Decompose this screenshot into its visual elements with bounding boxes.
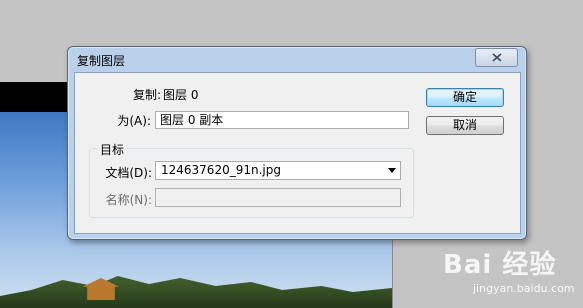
ok-button[interactable]: 确定 (426, 88, 504, 107)
close-icon (491, 53, 502, 62)
watermark-logo: Bai 经验 (443, 250, 557, 280)
layer-name-input[interactable]: 图层 0 副本 (155, 111, 409, 129)
image-hills (0, 276, 392, 308)
name-field[interactable] (155, 188, 401, 207)
document-label: 文档(D): (105, 166, 152, 180)
copy-value: 图层 0 (163, 88, 199, 102)
cancel-button[interactable]: 取消 (426, 116, 504, 135)
destination-group: 目标 文档(D): 124637620_91n.jpg 名称(N): (89, 141, 414, 218)
dialog-titlebar[interactable]: 复制图层 (68, 47, 526, 71)
document-select[interactable]: 124637620_91n.jpg (155, 161, 401, 180)
name-label: 名称(N): (105, 193, 152, 207)
destination-group-title: 目标 (97, 141, 128, 158)
baidu-watermark: Bai 经验 jingyan.baidu.com (435, 244, 575, 304)
watermark-url: jingyan.baidu.com (473, 282, 575, 295)
dialog-body: 复制: 图层 0 为(A): 图层 0 副本 确定 取消 目标 文档(D): 1… (74, 72, 521, 234)
document-select-value: 124637620_91n.jpg (161, 163, 281, 177)
close-button[interactable] (475, 48, 518, 67)
duplicate-layer-dialog: 复制图层 复制: 图层 0 为(A): 图层 0 副本 确定 取消 目标 文档(… (67, 46, 527, 240)
dialog-title: 复制图层 (77, 54, 126, 68)
as-label: 为(A): (117, 114, 151, 128)
chevron-down-icon (388, 168, 396, 173)
copy-label: 复制: (132, 88, 161, 102)
